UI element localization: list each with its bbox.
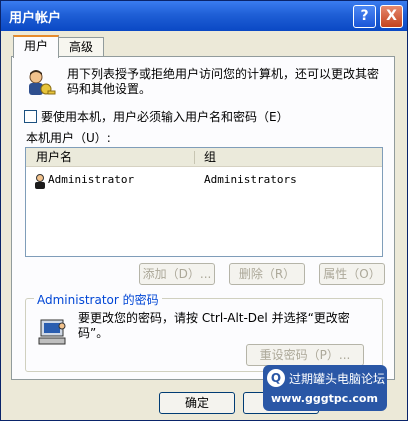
password-groupbox: Administrator 的密码 要更改您的密码，请按 Ctrl-Alt-De… [25,291,383,372]
intro-text: 用下列表授予或拒绝用户访问您的计算机，还可以更改其密码和其他设置。 [67,67,380,96]
users-keys-icon [29,70,56,95]
ok-button[interactable]: 确定 [159,392,235,414]
user-accounts-dialog: 用户帐户 ? X 用户 高级 用下列表授予或拒绝用户访问您的计算机，还可以更改其… [0,0,408,421]
local-users-label: 本机用户（U）: [26,131,111,145]
properties-button[interactable]: 属性（O） [319,263,385,285]
remove-user-button[interactable]: 删除（R） [229,263,305,285]
title-bar[interactable]: 用户帐户 ? X [1,1,407,31]
password-group-title: Administrator 的密码 [34,291,162,308]
watermark-title: 过期罐头电脑论坛 [289,372,386,386]
users-tab-panel: 用下列表授予或拒绝用户访问您的计算机，还可以更改其密码和其他设置。 要使用本机，… [11,56,395,380]
tab-advanced[interactable]: 高级 [58,37,104,56]
window-title: 用户帐户 [9,11,62,26]
reset-password-button[interactable]: 重设密码（P）... [246,344,364,366]
password-instruction-text: 要更改您的密码，请按 Ctrl-Alt-Del 并选择“更改密码”。 [78,311,350,340]
require-password-checkbox[interactable] [24,109,37,123]
column-header-group[interactable]: 组 [204,148,216,166]
close-button[interactable]: X [380,5,403,28]
row-username: Administrator [48,173,135,186]
computer-user-icon [38,319,66,345]
site-watermark: Q 过期罐头电脑论坛 www.gggtpc.com [263,365,387,411]
watermark-logo-icon: Q [267,369,285,387]
row-group: Administrators [204,173,297,186]
column-header-username[interactable]: 用户名 [36,148,72,166]
tab-users[interactable]: 用户 [13,35,59,58]
list-header: 用户名 组 [26,148,382,167]
require-password-label: 要使用本机，用户必须输入用户名和密码（E） [41,109,289,124]
help-button[interactable]: ? [353,5,376,28]
table-row[interactable]: Administrator Administrators [26,172,382,190]
local-users-list[interactable]: 用户名 组 Administrator Administrators [25,147,383,257]
column-divider[interactable] [194,151,195,164]
watermark-url: www.gggtpc.com [271,392,378,405]
require-password-option[interactable]: 要使用本机，用户必须输入用户名和密码（E） [24,108,289,124]
user-icon [35,174,45,189]
add-user-button[interactable]: 添加（D）... [139,263,215,285]
